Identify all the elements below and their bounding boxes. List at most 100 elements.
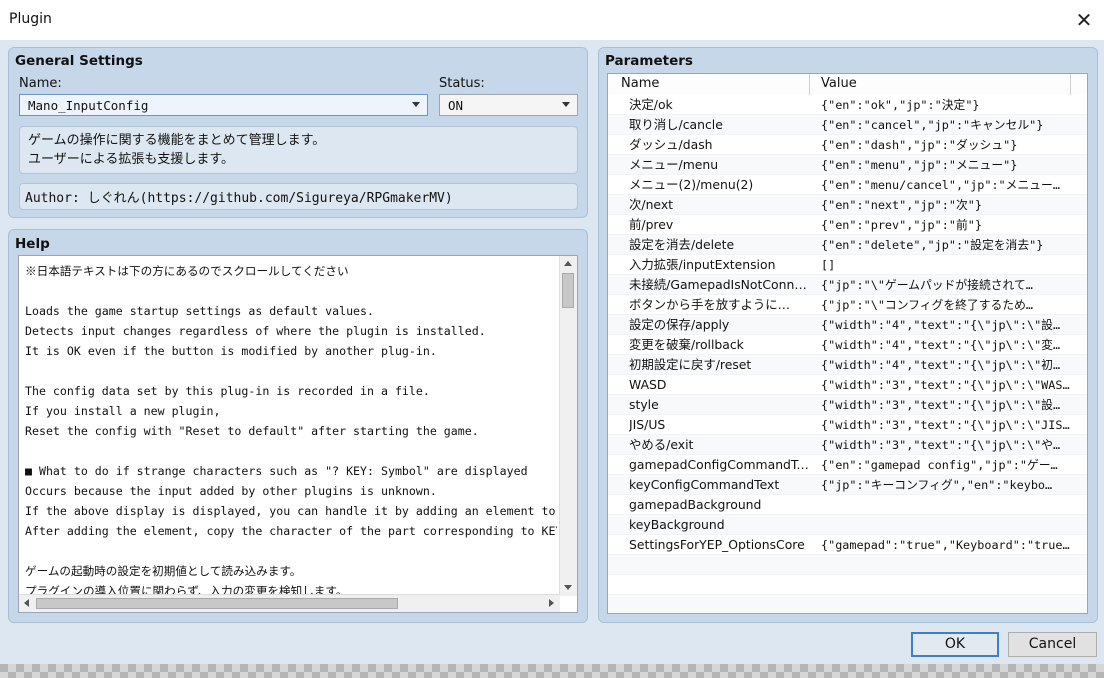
name-select[interactable]: Mano_InputConfig <box>19 94 428 116</box>
parameter-name: メニュー/menu <box>629 157 719 172</box>
parameter-name: keyBackground <box>629 517 725 532</box>
parameter-row[interactable]: keyConfigCommandText {"jp":"キーコンフィグ","en"… <box>608 475 1087 495</box>
scroll-left-icon[interactable] <box>24 599 29 607</box>
parameter-row[interactable] <box>608 575 1087 595</box>
status-select[interactable]: ON <box>439 94 578 116</box>
parameter-name: ボタンから手を放すように… <box>629 297 791 312</box>
window-title: Plugin <box>9 11 52 27</box>
help-line: If you install a new plugin, <box>25 404 221 418</box>
column-header-name[interactable]: Name <box>621 76 659 91</box>
parameter-value: {"width":"4","text":"{\"jp\":\"設… <box>821 318 1061 332</box>
parameter-row[interactable]: やめる/exit {"width":"3","text":"{\"jp\":\"や… <box>608 435 1087 455</box>
status-label: Status: <box>439 76 485 91</box>
parameter-value: {"width":"3","text":"{\"jp\":\"WAS… <box>821 378 1070 392</box>
parameter-name: ダッシュ/dash <box>629 137 713 152</box>
author-text: Author: しぐれん(https://github.com/Sigureya… <box>25 191 453 206</box>
parameter-value: {"width":"4","text":"{\"jp\":\"変… <box>821 338 1061 352</box>
parameter-value: {"width":"4","text":"{\"jp\":\"初… <box>821 358 1061 372</box>
parameter-value: [] <box>821 258 836 272</box>
chevron-down-icon <box>562 102 570 107</box>
parameter-row[interactable]: 変更を破棄/rollback {"width":"4","text":"{\"jp… <box>608 335 1087 355</box>
horizontal-scrollbar[interactable] <box>19 594 560 612</box>
close-button[interactable]: ✕ <box>1070 6 1098 34</box>
chevron-down-icon <box>412 102 420 107</box>
parameter-row[interactable]: 次/next {"en":"next","jp":"次"} <box>608 195 1087 215</box>
scroll-right-icon[interactable] <box>549 599 554 607</box>
vertical-scroll-thumb[interactable] <box>562 273 574 308</box>
help-line <box>25 541 557 561</box>
ok-button[interactable]: OK <box>911 632 999 657</box>
parameter-row[interactable]: keyBackground <box>608 515 1087 535</box>
parameters-list: Name Value 決定/ok {"en":"ok","jp":"決定"} 取り消… <box>607 73 1088 614</box>
scroll-down-icon[interactable] <box>564 585 572 590</box>
parameter-value: {"en":"prev","jp":"前"} <box>821 218 982 232</box>
help-line: Loads the game startup settings as defau… <box>25 304 375 318</box>
parameter-row[interactable]: メニュー(2)/menu(2) {"en":"menu/cancel","jp":… <box>608 175 1087 195</box>
parameter-row[interactable]: 未接続/GamepadIsNotConne… {"jp":"\"ゲームパッドが接続… <box>608 275 1087 295</box>
parameter-row[interactable]: gamepadBackground <box>608 495 1087 515</box>
parameter-name: gamepadConfigCommandText <box>629 457 813 472</box>
parameter-name: WASD <box>629 377 667 392</box>
parameter-row[interactable]: 決定/ok {"en":"ok","jp":"決定"} <box>608 95 1087 115</box>
column-divider[interactable] <box>809 74 810 95</box>
parameter-row[interactable]: JIS/US {"width":"3","text":"{\"jp\":\"JIS… <box>608 415 1087 435</box>
parameter-row[interactable]: 前/prev {"en":"prev","jp":"前"} <box>608 215 1087 235</box>
parameters-title: Parameters <box>605 53 693 69</box>
parameter-name: JIS/US <box>629 417 666 432</box>
parameter-row[interactable]: 設定の保存/apply {"width":"4","text":"{\"jp\":… <box>608 315 1087 335</box>
title-bar: Plugin ✕ <box>0 0 1104 40</box>
scroll-up-icon[interactable] <box>564 261 572 266</box>
vertical-scrollbar[interactable] <box>559 256 577 596</box>
parameter-name: メニュー(2)/menu(2) <box>629 177 754 192</box>
help-line <box>25 441 557 461</box>
parameter-value: {"en":"gamepad config","jp":"ゲー… <box>821 458 1058 472</box>
parameter-name: 決定/ok <box>629 97 673 112</box>
parameter-row[interactable]: 初期設定に戻す/reset {"width":"4","text":"{\"jp\… <box>608 355 1087 375</box>
parameter-name: 前/prev <box>629 217 674 232</box>
close-icon: ✕ <box>1075 8 1093 32</box>
parameter-row[interactable]: ダッシュ/dash {"en":"dash","jp":"ダッシュ"} <box>608 135 1087 155</box>
horizontal-scroll-thumb[interactable] <box>36 598 398 609</box>
parameter-value: {"width":"3","text":"{\"jp\":\"や… <box>821 438 1061 452</box>
parameter-value: {"en":"dash","jp":"ダッシュ"} <box>821 138 1018 152</box>
parameter-name: 入力拡張/inputExtension <box>629 257 776 272</box>
help-line: The config data set by this plug-in is r… <box>25 384 430 398</box>
parameter-row[interactable]: gamepadConfigCommandText {"en":"gamepad c… <box>608 455 1087 475</box>
parameter-name: SettingsForYEP_OptionsCore <box>629 537 805 552</box>
parameter-row[interactable] <box>608 555 1087 575</box>
help-textarea[interactable]: ※日本語テキストは下の方にあるのでスクロールしてください Loads the ga… <box>18 255 578 613</box>
parameter-value: {"en":"next","jp":"次"} <box>821 198 982 212</box>
help-line: ※日本語テキストは下の方にあるのでスクロールしてください <box>25 264 349 278</box>
parameter-row[interactable]: WASD {"width":"3","text":"{\"jp\":\"WAS… <box>608 375 1087 395</box>
parameters-header: Name Value <box>608 74 1087 96</box>
help-line: プラグインの導入位置に関わらず、入力の変更を検知します。 <box>25 584 348 595</box>
parameter-row[interactable]: メニュー/menu {"en":"menu","jp":"メニュー"} <box>608 155 1087 175</box>
help-line <box>25 361 557 381</box>
help-line: After adding the element, copy the chara… <box>25 524 557 538</box>
parameter-value: {"jp":"\"ゲームパッドが接続されて… <box>821 278 1033 292</box>
parameter-value: {"en":"ok","jp":"決定"} <box>821 98 980 112</box>
column-divider[interactable] <box>1070 74 1071 95</box>
parameter-name: style <box>629 397 659 412</box>
parameter-row[interactable] <box>608 595 1087 613</box>
parameter-name: 次/next <box>629 197 674 212</box>
parameter-row[interactable]: 設定を消去/delete {"en":"delete","jp":"設定を消去"} <box>608 235 1087 255</box>
author-box: Author: しぐれん(https://github.com/Sigureya… <box>19 183 578 210</box>
parameter-name: 初期設定に戻す/reset <box>629 357 752 372</box>
parameter-value: {"width":"3","text":"{\"jp\":\"JIS… <box>821 418 1070 432</box>
help-line: If the above display is displayed, you c… <box>25 504 557 518</box>
parameter-row[interactable]: 取り消し/cancle {"en":"cancel","jp":"キャンセル"} <box>608 115 1087 135</box>
parameter-row[interactable]: style {"width":"3","text":"{\"jp\":\"設… <box>608 395 1087 415</box>
column-header-value[interactable]: Value <box>821 76 857 91</box>
description-line: ユーザーによる拡張も支援します。 <box>28 152 235 167</box>
parameter-value: {"gamepad":"true","Keyboard":"true"} <box>821 538 1073 552</box>
parameter-row[interactable]: ボタンから手を放すように… {"jp":"\"コンフィグを終了するため… <box>608 295 1087 315</box>
parameter-name: gamepadBackground <box>629 497 762 512</box>
cancel-button[interactable]: Cancel <box>1008 632 1097 657</box>
parameter-row[interactable]: SettingsForYEP_OptionsCore {"gamepad":"tr… <box>608 535 1087 555</box>
parameter-row[interactable]: 入力拡張/inputExtension [] <box>608 255 1087 275</box>
parameter-value: {"jp":"\"コンフィグを終了するため… <box>821 298 1033 312</box>
parameter-value: {"jp":"キーコンフィグ","en":"keybo… <box>821 478 1053 492</box>
help-line: ゲームの起動時の設定を初期値として読み込みます。 <box>25 564 302 578</box>
plugin-dialog: Plugin ✕ General Settings Name: Status: … <box>0 0 1104 664</box>
